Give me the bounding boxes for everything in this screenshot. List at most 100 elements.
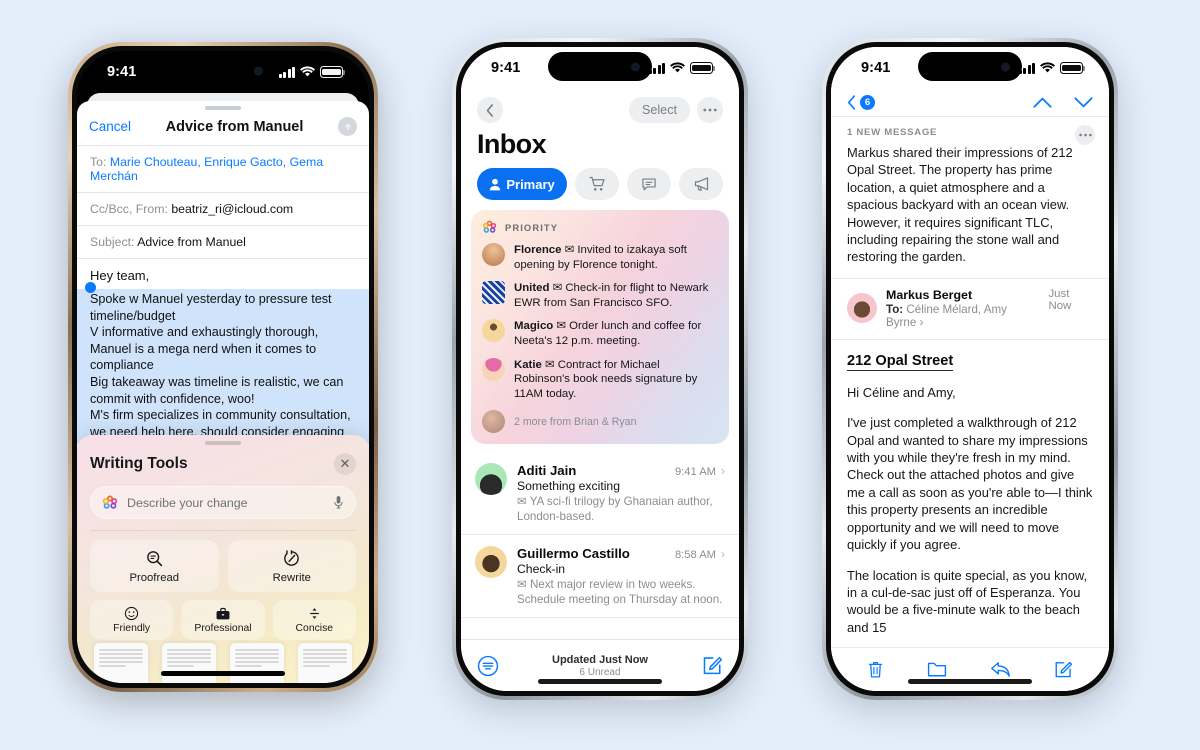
cc-label: Cc/Bcc, From: xyxy=(90,202,168,216)
concise-label: Concise xyxy=(295,623,334,634)
message-time: 9:41 AM xyxy=(674,466,716,479)
summary-text: Markus shared their impressions of 212 O… xyxy=(847,145,1073,265)
microphone-icon[interactable] xyxy=(333,495,344,510)
to-field[interactable]: To: Marie Chouteau, Enrique Gacto, Gema … xyxy=(77,145,369,192)
friendly-button[interactable]: Friendly xyxy=(90,600,174,640)
inbox-nav-bar: Select xyxy=(461,89,739,125)
priority-sender: Magico xyxy=(514,320,554,333)
writing-tools-header: Writing Tools ✕ xyxy=(90,453,356,475)
cancel-button[interactable]: Cancel xyxy=(89,119,131,134)
screenshot-stage: 9:41 Cancel Advice from Manuel To: Marie… xyxy=(0,0,1200,750)
avatar xyxy=(482,319,505,343)
delete-button[interactable] xyxy=(867,660,884,679)
tab-updates[interactable] xyxy=(627,168,672,200)
avatar xyxy=(847,293,877,324)
close-icon[interactable]: ✕ xyxy=(334,453,356,475)
priority-item[interactable]: Magico ✉ Order lunch and coffee for Neet… xyxy=(482,319,718,348)
concise-button[interactable]: Concise xyxy=(272,600,356,640)
send-button[interactable] xyxy=(338,117,357,136)
tab-primary-label: Primary xyxy=(506,176,555,192)
inbox-status: Updated Just Now 6 Unread xyxy=(461,654,739,678)
ellipsis-icon xyxy=(703,108,717,112)
compose-button[interactable] xyxy=(1054,660,1073,679)
camera-lens-icon xyxy=(254,66,263,75)
document-thumbnail[interactable] xyxy=(230,643,284,683)
recipients[interactable]: To: Céline Mélard, Amy Byrne › xyxy=(886,303,1039,329)
select-button[interactable]: Select xyxy=(628,97,690,123)
rewrite-button[interactable]: Rewrite xyxy=(227,540,356,592)
megaphone-icon xyxy=(694,177,708,191)
cart-icon xyxy=(588,176,605,191)
message-paragraph: Hi Céline and Amy, xyxy=(847,384,956,400)
reply-icon xyxy=(991,662,1011,677)
phone-2-screen: 9:41 Select Inbox Primary PRIORITY Flore… xyxy=(461,47,739,691)
priority-card[interactable]: PRIORITY Florence ✉ Invited to izakaya s… xyxy=(471,210,729,445)
status-bar: 9:41 xyxy=(77,51,369,93)
tab-primary[interactable]: Primary xyxy=(477,168,568,200)
battery-icon xyxy=(690,62,716,74)
person-icon xyxy=(490,178,501,190)
phone-3-message: 9:41 6 1 NEW MESSAGE Markus shared their… xyxy=(822,38,1118,700)
cellular-bars-icon xyxy=(278,66,295,78)
message-body: 212 Opal Street Hi Céline and Amy, I've … xyxy=(831,340,1109,647)
avatar xyxy=(482,357,505,381)
previous-message-button[interactable] xyxy=(1033,96,1052,109)
tab-transactions[interactable] xyxy=(575,168,620,200)
message-preview: ✉ YA sci-fi trilogy by Ghanaian author, … xyxy=(517,495,713,524)
avatar xyxy=(475,463,507,496)
summary-header: 1 NEW MESSAGE xyxy=(847,127,938,138)
move-to-folder-button[interactable] xyxy=(927,661,947,678)
sender-name: Guillermo Castillo xyxy=(517,546,630,562)
next-message-button[interactable] xyxy=(1074,96,1093,109)
priority-item-text: Magico ✉ Order lunch and coffee for Neet… xyxy=(514,320,702,347)
back-button[interactable]: 6 xyxy=(847,95,875,110)
summary-more-button[interactable] xyxy=(1075,125,1095,145)
message-sender-row[interactable]: Markus Berget To: Céline Mélard, Amy Byr… xyxy=(831,277,1109,340)
more-options-button[interactable] xyxy=(697,97,723,123)
back-button[interactable] xyxy=(477,97,503,123)
professional-button[interactable]: Professional xyxy=(181,600,265,640)
to-label: To: xyxy=(90,155,107,169)
status-time: 9:41 xyxy=(861,60,891,76)
battery-icon xyxy=(320,66,346,78)
wifi-icon xyxy=(300,66,315,77)
unread-badge: 6 xyxy=(860,95,875,110)
to-value: Marie Chouteau, Enrique Gacto, Gema Merc… xyxy=(90,155,324,183)
list-item[interactable]: Guillermo Castillo 8:58 AM › Check-in ✉ … xyxy=(461,535,739,619)
describe-change-input[interactable]: Describe your change xyxy=(90,486,356,519)
dynamic-island xyxy=(548,52,652,81)
subject-field[interactable]: Subject: Advice from Manuel xyxy=(77,225,369,258)
writing-tools-grabber[interactable] xyxy=(205,441,241,445)
dynamic-island xyxy=(918,52,1022,81)
cc-bcc-from-field[interactable]: Cc/Bcc, From: beatriz_ri@icloud.com xyxy=(77,192,369,225)
list-item[interactable]: Aditi Jain 9:41 AM › Something exciting … xyxy=(461,452,739,536)
sender-name: Aditi Jain xyxy=(517,463,577,479)
priority-item[interactable]: Florence ✉ Invited to izakaya soft openi… xyxy=(482,243,718,272)
avatar xyxy=(482,243,505,266)
camera-lens-icon xyxy=(631,62,640,71)
selection-handle-start[interactable] xyxy=(85,282,96,293)
reply-button[interactable] xyxy=(990,661,1011,678)
selected-text-block[interactable]: Spoke w Manuel yesterday to pressure tes… xyxy=(77,282,369,445)
priority-more-row[interactable]: 2 more from Brian & Ryan xyxy=(482,410,718,434)
home-indicator[interactable] xyxy=(161,671,285,676)
message-timestamp: Just Now xyxy=(1048,287,1072,312)
proofread-button[interactable]: Proofread xyxy=(90,540,219,592)
inbox-unread-count: 6 Unread xyxy=(579,666,621,678)
document-thumbnail[interactable] xyxy=(162,643,216,683)
document-thumbnail[interactable] xyxy=(94,643,148,683)
priority-item[interactable]: Katie ✉ Contract for Michael Robinson's … xyxy=(482,357,718,402)
writing-tools-primary-actions: Proofread Rewrite xyxy=(90,540,356,592)
describe-change-placeholder: Describe your change xyxy=(127,495,248,510)
tab-promotions[interactable] xyxy=(679,168,723,200)
writing-tools-divider xyxy=(90,530,356,531)
priority-item[interactable]: United ✉ Check-in for flight to Newark E… xyxy=(482,281,718,310)
priority-more-label: 2 more from Brian & Ryan xyxy=(514,415,637,428)
status-time: 9:41 xyxy=(107,64,137,80)
document-thumbnail[interactable] xyxy=(298,643,352,683)
home-indicator[interactable] xyxy=(908,679,1032,684)
home-indicator[interactable] xyxy=(538,679,662,684)
speech-bubble-icon xyxy=(642,177,656,190)
status-time: 9:41 xyxy=(491,60,521,76)
